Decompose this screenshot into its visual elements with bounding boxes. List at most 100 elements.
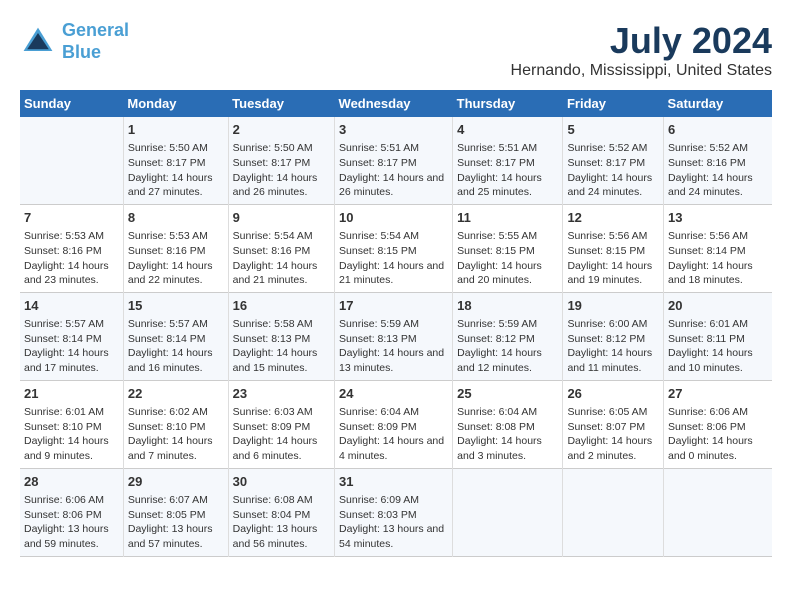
day-number: 19: [567, 297, 659, 315]
day-cell: 3 Sunrise: 5:51 AMSunset: 8:17 PMDayligh…: [335, 117, 453, 204]
day-number: 21: [24, 385, 119, 403]
day-cell: 30 Sunrise: 6:08 AMSunset: 8:04 PMDaylig…: [228, 468, 334, 556]
subtitle: Hernando, Mississippi, United States: [511, 62, 772, 80]
col-header-wednesday: Wednesday: [335, 90, 453, 117]
day-cell: 29 Sunrise: 6:07 AMSunset: 8:05 PMDaylig…: [123, 468, 228, 556]
week-row-2: 7 Sunrise: 5:53 AMSunset: 8:16 PMDayligh…: [20, 204, 772, 292]
day-cell: 26 Sunrise: 6:05 AMSunset: 8:07 PMDaylig…: [563, 380, 664, 468]
day-number: 29: [128, 473, 224, 491]
day-number: 28: [24, 473, 119, 491]
day-info: Sunrise: 5:56 AMSunset: 8:15 PMDaylight:…: [567, 229, 659, 288]
day-cell: 21 Sunrise: 6:01 AMSunset: 8:10 PMDaylig…: [20, 380, 123, 468]
day-info: Sunrise: 5:59 AMSunset: 8:13 PMDaylight:…: [339, 317, 448, 376]
day-info: Sunrise: 6:00 AMSunset: 8:12 PMDaylight:…: [567, 317, 659, 376]
day-cell: 2 Sunrise: 5:50 AMSunset: 8:17 PMDayligh…: [228, 117, 334, 204]
day-info: Sunrise: 6:06 AMSunset: 8:06 PMDaylight:…: [668, 405, 768, 464]
day-cell: 10 Sunrise: 5:54 AMSunset: 8:15 PMDaylig…: [335, 204, 453, 292]
day-number: 22: [128, 385, 224, 403]
day-info: Sunrise: 6:05 AMSunset: 8:07 PMDaylight:…: [567, 405, 659, 464]
day-number: 14: [24, 297, 119, 315]
day-info: Sunrise: 5:56 AMSunset: 8:14 PMDaylight:…: [668, 229, 768, 288]
day-cell: [453, 468, 563, 556]
week-row-1: 1 Sunrise: 5:50 AMSunset: 8:17 PMDayligh…: [20, 117, 772, 204]
day-cell: 25 Sunrise: 6:04 AMSunset: 8:08 PMDaylig…: [453, 380, 563, 468]
day-cell: 31 Sunrise: 6:09 AMSunset: 8:03 PMDaylig…: [335, 468, 453, 556]
day-info: Sunrise: 5:58 AMSunset: 8:13 PMDaylight:…: [233, 317, 330, 376]
day-cell: 4 Sunrise: 5:51 AMSunset: 8:17 PMDayligh…: [453, 117, 563, 204]
day-info: Sunrise: 5:55 AMSunset: 8:15 PMDaylight:…: [457, 229, 558, 288]
day-number: 26: [567, 385, 659, 403]
col-header-monday: Monday: [123, 90, 228, 117]
day-cell: 14 Sunrise: 5:57 AMSunset: 8:14 PMDaylig…: [20, 292, 123, 380]
day-cell: 15 Sunrise: 5:57 AMSunset: 8:14 PMDaylig…: [123, 292, 228, 380]
day-cell: 12 Sunrise: 5:56 AMSunset: 8:15 PMDaylig…: [563, 204, 664, 292]
day-info: Sunrise: 5:57 AMSunset: 8:14 PMDaylight:…: [24, 317, 119, 376]
day-info: Sunrise: 6:02 AMSunset: 8:10 PMDaylight:…: [128, 405, 224, 464]
col-header-tuesday: Tuesday: [228, 90, 334, 117]
day-number: 5: [567, 121, 659, 139]
day-cell: 20 Sunrise: 6:01 AMSunset: 8:11 PMDaylig…: [664, 292, 772, 380]
day-number: 9: [233, 209, 330, 227]
day-cell: [563, 468, 664, 556]
day-info: Sunrise: 6:04 AMSunset: 8:09 PMDaylight:…: [339, 405, 448, 464]
day-number: 31: [339, 473, 448, 491]
page-header: General Blue July 2024 Hernando, Mississ…: [20, 20, 772, 80]
day-number: 30: [233, 473, 330, 491]
day-number: 8: [128, 209, 224, 227]
day-info: Sunrise: 5:53 AMSunset: 8:16 PMDaylight:…: [24, 229, 119, 288]
day-cell: [20, 117, 123, 204]
day-cell: [664, 468, 772, 556]
day-number: 24: [339, 385, 448, 403]
day-number: 10: [339, 209, 448, 227]
day-cell: 18 Sunrise: 5:59 AMSunset: 8:12 PMDaylig…: [453, 292, 563, 380]
day-info: Sunrise: 6:03 AMSunset: 8:09 PMDaylight:…: [233, 405, 330, 464]
day-cell: 27 Sunrise: 6:06 AMSunset: 8:06 PMDaylig…: [664, 380, 772, 468]
day-info: Sunrise: 5:59 AMSunset: 8:12 PMDaylight:…: [457, 317, 558, 376]
day-number: 3: [339, 121, 448, 139]
day-cell: 24 Sunrise: 6:04 AMSunset: 8:09 PMDaylig…: [335, 380, 453, 468]
week-row-4: 21 Sunrise: 6:01 AMSunset: 8:10 PMDaylig…: [20, 380, 772, 468]
day-number: 6: [668, 121, 768, 139]
day-cell: 13 Sunrise: 5:56 AMSunset: 8:14 PMDaylig…: [664, 204, 772, 292]
day-number: 11: [457, 209, 558, 227]
main-title: July 2024: [511, 20, 772, 62]
day-cell: 16 Sunrise: 5:58 AMSunset: 8:13 PMDaylig…: [228, 292, 334, 380]
day-number: 16: [233, 297, 330, 315]
day-info: Sunrise: 5:54 AMSunset: 8:16 PMDaylight:…: [233, 229, 330, 288]
day-number: 13: [668, 209, 768, 227]
day-number: 12: [567, 209, 659, 227]
day-info: Sunrise: 5:57 AMSunset: 8:14 PMDaylight:…: [128, 317, 224, 376]
week-row-3: 14 Sunrise: 5:57 AMSunset: 8:14 PMDaylig…: [20, 292, 772, 380]
day-info: Sunrise: 6:08 AMSunset: 8:04 PMDaylight:…: [233, 493, 330, 552]
header-row: SundayMondayTuesdayWednesdayThursdayFrid…: [20, 90, 772, 117]
col-header-thursday: Thursday: [453, 90, 563, 117]
logo-icon: [20, 24, 56, 60]
day-info: Sunrise: 6:01 AMSunset: 8:10 PMDaylight:…: [24, 405, 119, 464]
col-header-friday: Friday: [563, 90, 664, 117]
day-info: Sunrise: 5:51 AMSunset: 8:17 PMDaylight:…: [339, 141, 448, 200]
day-info: Sunrise: 5:52 AMSunset: 8:17 PMDaylight:…: [567, 141, 659, 200]
day-info: Sunrise: 6:09 AMSunset: 8:03 PMDaylight:…: [339, 493, 448, 552]
day-cell: 17 Sunrise: 5:59 AMSunset: 8:13 PMDaylig…: [335, 292, 453, 380]
day-number: 2: [233, 121, 330, 139]
col-header-sunday: Sunday: [20, 90, 123, 117]
day-number: 25: [457, 385, 558, 403]
day-info: Sunrise: 6:04 AMSunset: 8:08 PMDaylight:…: [457, 405, 558, 464]
logo-text: General Blue: [62, 20, 129, 63]
day-info: Sunrise: 5:50 AMSunset: 8:17 PMDaylight:…: [233, 141, 330, 200]
day-cell: 28 Sunrise: 6:06 AMSunset: 8:06 PMDaylig…: [20, 468, 123, 556]
col-header-saturday: Saturday: [664, 90, 772, 117]
day-cell: 7 Sunrise: 5:53 AMSunset: 8:16 PMDayligh…: [20, 204, 123, 292]
day-cell: 8 Sunrise: 5:53 AMSunset: 8:16 PMDayligh…: [123, 204, 228, 292]
day-number: 23: [233, 385, 330, 403]
day-number: 15: [128, 297, 224, 315]
day-cell: 19 Sunrise: 6:00 AMSunset: 8:12 PMDaylig…: [563, 292, 664, 380]
day-number: 20: [668, 297, 768, 315]
day-number: 4: [457, 121, 558, 139]
logo: General Blue: [20, 20, 129, 63]
day-cell: 5 Sunrise: 5:52 AMSunset: 8:17 PMDayligh…: [563, 117, 664, 204]
day-cell: 6 Sunrise: 5:52 AMSunset: 8:16 PMDayligh…: [664, 117, 772, 204]
day-info: Sunrise: 6:06 AMSunset: 8:06 PMDaylight:…: [24, 493, 119, 552]
day-cell: 9 Sunrise: 5:54 AMSunset: 8:16 PMDayligh…: [228, 204, 334, 292]
calendar-table: SundayMondayTuesdayWednesdayThursdayFrid…: [20, 90, 772, 557]
